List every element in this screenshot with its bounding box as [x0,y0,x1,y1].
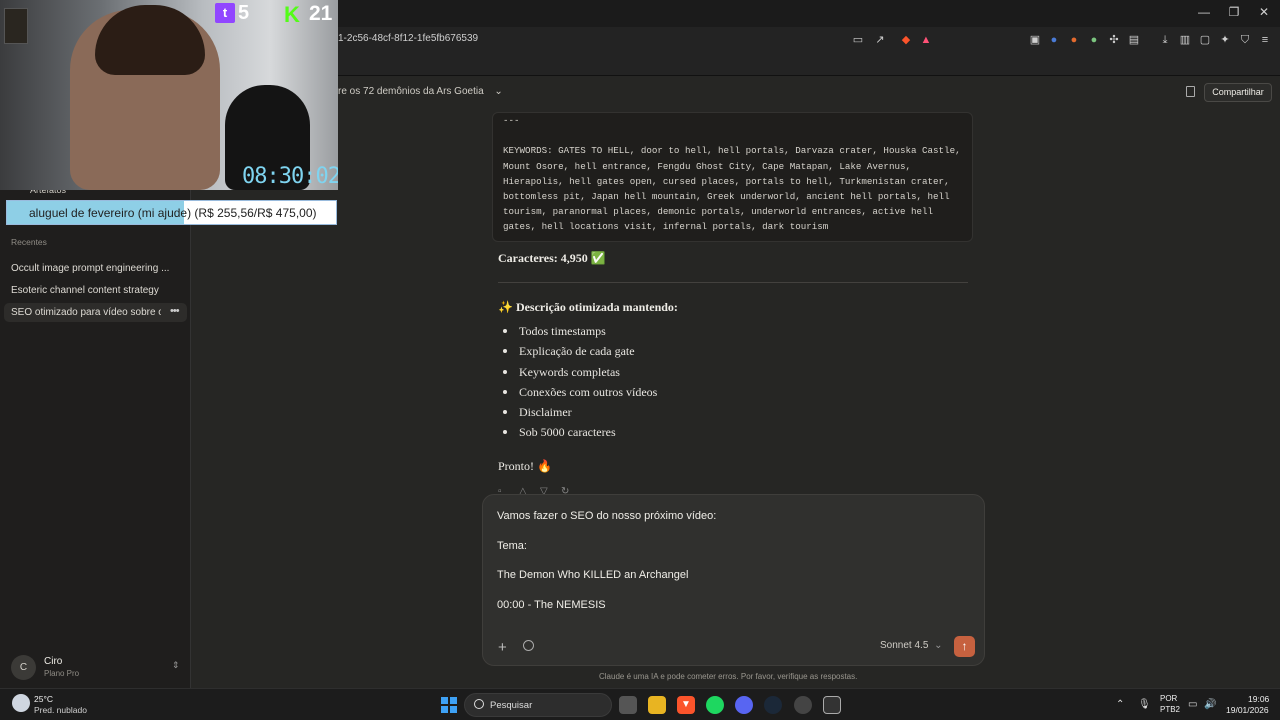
wallet-icon[interactable]: ▢ [1198,33,1212,47]
list-item: Conexões com outros vídeos [503,384,657,404]
share-page-icon[interactable]: ↗ [873,33,887,47]
webcam-overlay: t 5 K 21 08:30:02 [0,0,338,190]
restore-icon[interactable]: ❐ [1224,5,1244,19]
code-block: --- KEYWORDS: GATES TO HELL, door to hel… [492,112,973,242]
weather-cloud-icon[interactable] [12,694,30,712]
user-plan: Plano Pro [44,669,80,678]
recent-chat-item[interactable]: Esoteric channel content strategy [11,285,173,296]
character-count: Caracteres: 4,950 ✅ [498,251,606,265]
search-icon [474,699,484,709]
extension-icon[interactable]: ● [1087,33,1101,47]
recents-heading: Recentes [11,237,47,247]
screen-icon[interactable]: ▭ [851,33,865,47]
download-icon[interactable]: ⤓ [1158,33,1172,47]
taskbar: 25°C Pred. nublado Pesquisar ▼ ⌃ 🎙 POR P… [0,688,1280,720]
feature-list: Todos timestamps Explicação de cada gate… [503,323,657,445]
send-button[interactable]: ↑ [954,636,975,657]
extension-icon[interactable]: ▤ [1127,33,1141,47]
volume-icon[interactable]: 🔊 [1204,699,1216,710]
brave-rewards-icon[interactable]: ▲ [919,33,933,47]
divider [498,282,968,283]
chevron-down-icon: ⌄ [934,640,943,651]
spotify-icon[interactable] [706,696,724,714]
capcut-icon[interactable] [823,696,841,714]
chevron-updown-icon[interactable]: ⇕ [172,660,180,671]
recent-chat-item-active[interactable]: SEO otimizado para vídeo sobre o... [11,307,161,318]
weather-temp[interactable]: 25°C [34,694,53,704]
twitch-viewer-count: 5 [238,2,250,24]
extension-icon[interactable]: ● [1047,33,1061,47]
obs-icon[interactable] [794,696,812,714]
sidebar-toggle-icon[interactable]: ▥ [1178,33,1192,47]
clock-icon[interactable] [523,640,534,651]
description-heading: ✨ Descrição otimizada mantendo: [498,300,678,314]
input-line[interactable]: Vamos fazer o SEO do nosso próximo vídeo… [497,510,716,522]
brave-shield-icon[interactable]: ◆ [899,33,913,47]
recent-chat-item[interactable]: Occult image prompt engineering ... [11,263,173,274]
list-item: Keywords completas [503,364,657,384]
search-placeholder: Pesquisar [490,700,533,711]
twitch-icon: t [215,3,235,23]
input-line[interactable]: Tema: [497,540,527,552]
weather-desc[interactable]: Pred. nublado [34,705,87,715]
task-view-icon[interactable] [619,696,637,714]
disclaimer-text: Claude é uma IA e pode cometer erros. Po… [599,672,858,681]
done-text: Pronto! 🔥 [498,459,552,473]
network-icon[interactable]: ▭ [1188,699,1197,710]
list-item: Explicação de cada gate [503,343,657,363]
donation-goal-bar: aluguel de fevereiro (mi ajude) (R$ 255,… [6,200,337,225]
file-explorer-icon[interactable] [648,696,666,714]
keyboard-layout[interactable]: PTB2 [1160,705,1180,714]
microphone-icon[interactable]: 🎙 [1138,699,1151,710]
clock-time[interactable]: 19:06 [1248,694,1269,704]
puzzle-icon[interactable]: ✣ [1107,33,1121,47]
list-item: Disclaimer [503,404,657,424]
minimize-icon[interactable]: — [1194,5,1214,19]
kick-icon: K [284,2,300,27]
document-icon[interactable] [1186,86,1195,97]
chevron-down-icon[interactable]: ⌄ [494,86,502,97]
message-input[interactable]: Vamos fazer o SEO do nosso próximo vídeo… [482,494,985,666]
close-window-icon[interactable]: ✕ [1254,5,1274,19]
goal-text: aluguel de fevereiro (mi ajude) (R$ 255,… [29,206,317,220]
clock-date[interactable]: 19/01/2026 [1226,705,1269,715]
stream-timer: 08:30:02 [242,164,338,189]
windows-start-icon[interactable] [441,697,457,713]
extension-icon[interactable]: ● [1067,33,1081,47]
more-options-icon[interactable]: ••• [170,305,180,317]
model-selector[interactable]: Sonnet 4.5 ⌄ [880,640,943,651]
input-line[interactable]: The Demon Who KILLED an Archangel [497,569,688,581]
menu-icon[interactable]: ≡ [1258,33,1272,47]
input-line[interactable]: 00:00 - The NEMESIS [497,599,606,611]
taskbar-search[interactable]: Pesquisar [464,693,612,717]
code-text: --- KEYWORDS: GATES TO HELL, door to hel… [503,115,961,233]
vpn-icon[interactable]: ⛉ [1238,33,1252,47]
steam-icon[interactable] [764,696,782,714]
list-item: Sob 5000 caracteres [503,424,657,444]
add-attachment-icon[interactable]: + [498,639,507,656]
chat-title[interactable]: re os 72 demônios da Ars Goetia ⌄ [338,86,503,97]
user-name[interactable]: Ciro [44,656,62,667]
language-indicator[interactable]: POR [1160,694,1177,703]
brave-icon[interactable]: ▼ [677,696,695,714]
share-button[interactable]: Compartilhar [1204,83,1272,102]
kick-viewer-count: 21 [309,2,333,25]
avatar[interactable]: C [11,655,36,680]
discord-icon[interactable] [735,696,753,714]
chevron-up-icon[interactable]: ⌃ [1116,699,1124,710]
extension-icon[interactable]: ▣ [1028,33,1042,47]
url-text[interactable]: 1-2c56-48cf-8f12-1fe5fb676539 [338,33,478,44]
leo-ai-icon[interactable]: ✦ [1218,33,1232,47]
wall-frame [4,8,28,44]
list-item: Todos timestamps [503,323,657,343]
